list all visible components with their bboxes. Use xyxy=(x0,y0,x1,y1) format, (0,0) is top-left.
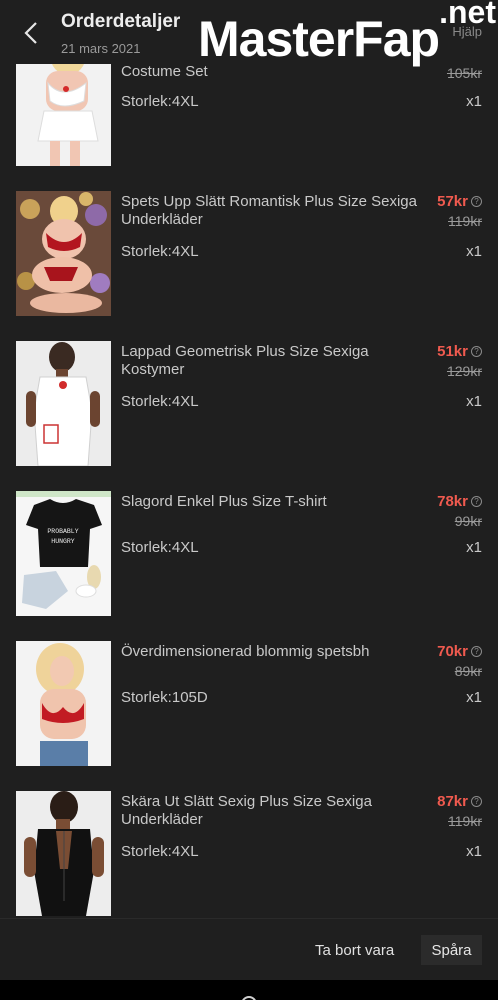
product-name[interactable]: Skära Ut Slätt Sexig Plus Size Sexiga Un… xyxy=(121,793,421,829)
back-button[interactable] xyxy=(16,18,46,48)
product-name[interactable]: Costume Set xyxy=(121,63,421,81)
product-size: Storlek:105D xyxy=(121,689,208,706)
product-price: 51kr ? xyxy=(437,343,482,360)
product-image[interactable]: PROBABLY HUNGRY xyxy=(16,491,111,616)
price-value: 70kr xyxy=(437,643,468,660)
question-icon[interactable]: ? xyxy=(471,496,482,507)
order-item[interactable]: Skära Ut Slätt Sexig Plus Size Sexiga Un… xyxy=(0,791,498,918)
product-size: Storlek:4XL xyxy=(121,393,199,410)
product-size: Storlek:4XL xyxy=(121,539,199,556)
price-value: 78kr xyxy=(437,493,468,510)
product-name[interactable]: Lappad Geometrisk Plus Size Sexiga Kosty… xyxy=(121,343,421,379)
order-item[interactable]: Spets Upp Slätt Romantisk Plus Size Sexi… xyxy=(0,191,498,341)
product-photo-black-cutout-lingerie xyxy=(16,791,111,916)
product-image[interactable] xyxy=(16,341,111,466)
price-value: 51kr xyxy=(437,343,468,360)
product-image[interactable] xyxy=(16,641,111,766)
question-icon[interactable]: ? xyxy=(471,646,482,657)
product-quantity: x1 xyxy=(466,93,482,110)
product-price: 57kr ? xyxy=(437,193,482,210)
product-size: Storlek:4XL xyxy=(121,243,199,260)
product-photo-red-lace-lingerie xyxy=(16,191,111,316)
order-item[interactable]: PROBABLY HUNGRY Slagord Enkel Plus Size … xyxy=(0,491,498,641)
product-image[interactable] xyxy=(16,791,111,916)
product-photo-nurse-dress xyxy=(16,341,111,466)
original-price: 119kr xyxy=(448,213,482,229)
price-value: 87kr xyxy=(437,793,468,810)
original-price: 89kr xyxy=(454,663,482,679)
order-item[interactable]: Lappad Geometrisk Plus Size Sexiga Kosty… xyxy=(0,341,498,491)
product-price: 70kr ? xyxy=(437,643,482,660)
product-name[interactable]: Spets Upp Slätt Romantisk Plus Size Sexi… xyxy=(121,193,421,229)
system-navigation-bar xyxy=(0,980,498,1000)
question-icon[interactable]: ? xyxy=(471,346,482,357)
product-quantity: x1 xyxy=(466,843,482,860)
product-price: 78kr ? xyxy=(437,493,482,510)
remove-item-button[interactable]: Ta bort vara xyxy=(305,935,404,965)
product-photo-tshirt-flatlay: PROBABLY HUNGRY xyxy=(16,491,111,616)
order-item[interactable]: Överdimensionerad blommig spetsbh 70kr ?… xyxy=(0,641,498,791)
price-value: 57kr xyxy=(437,193,468,210)
product-name[interactable]: Överdimensionerad blommig spetsbh xyxy=(121,643,421,661)
tshirt-print-text: HUNGRY xyxy=(51,538,75,545)
home-gesture-icon[interactable] xyxy=(241,996,257,1000)
original-price: 119kr xyxy=(448,813,482,829)
product-price: 87kr ? xyxy=(437,793,482,810)
original-price: 129kr xyxy=(446,363,482,379)
track-button[interactable]: Spåra xyxy=(421,935,482,965)
product-size: Storlek:4XL xyxy=(121,93,199,110)
product-quantity: x1 xyxy=(466,539,482,556)
chevron-left-icon xyxy=(24,22,37,44)
order-item-list: Costume Set 105kr Storlek:4XL x1 Spets U… xyxy=(0,0,498,918)
top-app-bar: Orderdetaljer 21 mars 2021 Hjälp xyxy=(0,0,498,64)
help-link[interactable]: Hjälp xyxy=(452,24,482,39)
product-quantity: x1 xyxy=(466,689,482,706)
product-photo-lace-bra xyxy=(16,641,111,766)
product-image[interactable] xyxy=(16,191,111,316)
page-title: Orderdetaljer xyxy=(61,11,181,32)
question-icon[interactable]: ? xyxy=(471,796,482,807)
product-name[interactable]: Slagord Enkel Plus Size T-shirt xyxy=(121,493,421,511)
tshirt-print-text: PROBABLY xyxy=(47,528,78,535)
product-quantity: x1 xyxy=(466,243,482,260)
product-size: Storlek:4XL xyxy=(121,843,199,860)
original-price: 105kr xyxy=(446,65,482,81)
original-price: 99kr xyxy=(454,513,482,529)
bottom-action-bar: Ta bort vara Spåra xyxy=(0,918,498,980)
order-date: 21 mars 2021 xyxy=(61,41,141,56)
question-icon[interactable]: ? xyxy=(471,196,482,207)
product-quantity: x1 xyxy=(466,393,482,410)
